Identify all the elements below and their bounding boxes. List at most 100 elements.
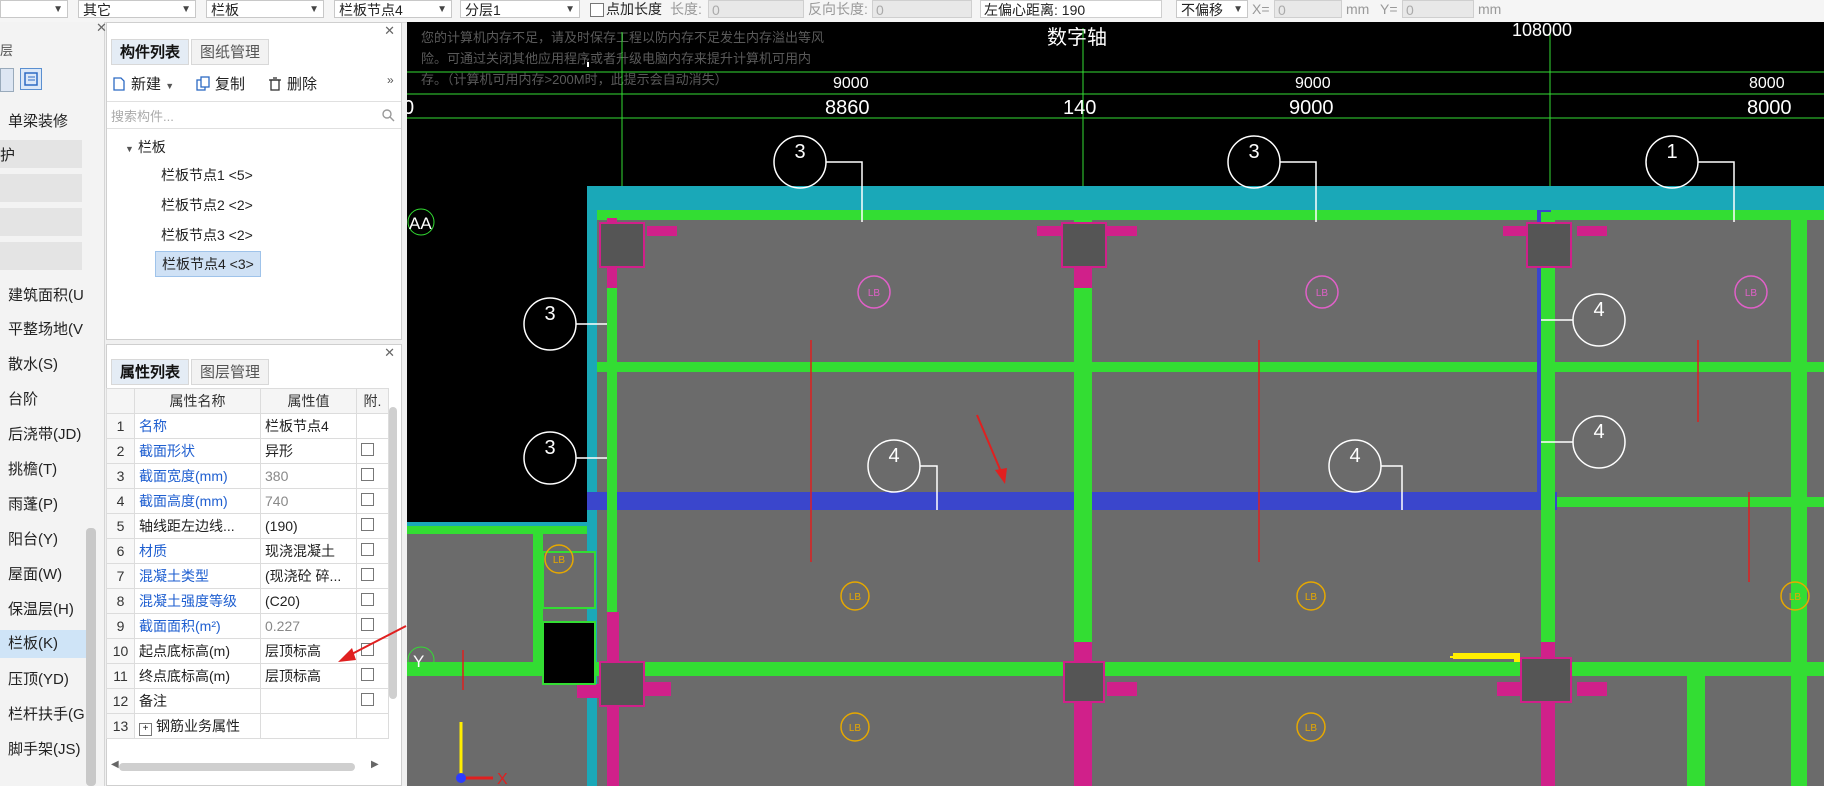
table-row[interactable]: 2 截面形状 异形 (106, 438, 389, 464)
nav-item-scaffold[interactable]: 脚手架(JS) (8, 738, 81, 759)
nav-item-post-pour-strip[interactable]: 后浇带(JD) (8, 423, 81, 444)
nav-item-empty[interactable] (0, 174, 82, 202)
property-value[interactable]: 380 (260, 463, 357, 489)
property-name: 截面形状 (134, 438, 261, 464)
tree-item-node-1[interactable]: 栏板节点1 <5> (161, 165, 253, 185)
tree-root[interactable]: ▼ 栏板 (125, 137, 166, 157)
property-value[interactable]: 现浇混凝土 (260, 538, 357, 564)
nav-item-roof[interactable]: 屋面(W) (8, 563, 62, 584)
more-tools-icon[interactable]: » (387, 73, 394, 87)
property-value[interactable]: (190) (260, 513, 357, 539)
table-row[interactable]: 13 + 钢筋业务属性 (106, 713, 389, 739)
tab-layer-management[interactable]: 图层管理 (191, 359, 270, 385)
nav-item-canopy[interactable]: 雨蓬(P) (8, 493, 58, 514)
expand-icon: ▼ (125, 144, 134, 154)
attach-checkbox[interactable] (361, 493, 374, 506)
delete-button[interactable]: 删除 (267, 73, 317, 94)
point-length-checkbox[interactable] (590, 3, 604, 17)
reverse-length-input[interactable]: 0 (872, 0, 972, 18)
nav-item-protect[interactable]: 护 (0, 140, 82, 168)
nav-scrollbar[interactable] (86, 528, 96, 786)
detail-view-icon[interactable] (20, 68, 42, 90)
property-value[interactable] (260, 688, 357, 714)
search-icon[interactable] (381, 108, 395, 122)
table-row[interactable]: 5 轴线距左边线... (190) (106, 513, 389, 539)
attach-checkbox[interactable] (361, 518, 374, 531)
property-group[interactable]: + 钢筋业务属性 (134, 713, 261, 739)
new-label: 新建 (131, 76, 162, 93)
nav-item-steps[interactable]: 台阶 (8, 388, 38, 409)
list-view-icon[interactable] (0, 68, 14, 92)
nav-item-railing[interactable]: 栏杆扶手(G (8, 703, 85, 724)
left-offset-field[interactable]: 左偏心距离: 190 (980, 0, 1162, 18)
property-value[interactable]: (现浇砼 碎... (260, 563, 357, 589)
nav-item-empty[interactable] (0, 242, 82, 270)
attach-checkbox[interactable] (361, 568, 374, 581)
scroll-left-icon[interactable]: ◀ (111, 759, 119, 770)
table-row[interactable]: 8 混凝土强度等级 (C20) (106, 588, 389, 614)
nav-item-cornice[interactable]: 挑檐(T) (8, 458, 57, 479)
attach-checkbox[interactable] (361, 593, 374, 606)
y-input[interactable]: 0 (1402, 0, 1474, 18)
nav-item-empty[interactable] (0, 208, 82, 236)
tab-component-list[interactable]: 构件列表 (111, 39, 190, 65)
property-hscrollbar[interactable] (119, 763, 355, 771)
component-type-select[interactable]: 栏板 ▼ (206, 0, 324, 18)
header-attach: 附. (356, 388, 389, 414)
attach-checkbox[interactable] (361, 693, 374, 706)
scroll-right-icon[interactable]: ▶ (371, 759, 379, 770)
layer-value: 分层1 (465, 2, 501, 18)
wall (1577, 682, 1607, 696)
attach-checkbox[interactable] (361, 543, 374, 556)
component-select[interactable]: 栏板节点4 ▼ (334, 0, 452, 18)
nav-item-insulation[interactable]: 保温层(H) (8, 598, 74, 619)
nav-item-apron[interactable]: 散水(S) (8, 353, 58, 374)
attach-cell (356, 488, 389, 514)
table-row[interactable]: 4 截面高度(mm) 740 (106, 488, 389, 514)
close-icon[interactable]: ✕ (384, 23, 395, 39)
cad-drawing-canvas[interactable]: 您的计算机内存不足，请及时保存工程以防内存不足发生内存溢出等风 险。可通过关闭其… (407, 22, 1824, 786)
tab-drawing-management[interactable]: 图纸管理 (191, 39, 270, 65)
tree-item-node-3[interactable]: 栏板节点3 <2> (161, 225, 253, 245)
attach-cell (356, 588, 389, 614)
property-value[interactable]: 740 (260, 488, 357, 514)
column (599, 222, 645, 268)
category-value: 其它 (83, 2, 111, 18)
category-select[interactable]: 其它 ▼ (78, 0, 196, 18)
header-property-name: 属性名称 (134, 388, 261, 414)
property-value[interactable]: 栏板节点4 (260, 413, 357, 439)
tab-property-list[interactable]: 属性列表 (111, 359, 190, 385)
tree-item-node-2[interactable]: 栏板节点2 <2> (161, 195, 253, 215)
nav-item-coping[interactable]: 压顶(YD) (8, 668, 69, 689)
dimension-large: 8000 (1747, 97, 1792, 119)
table-row[interactable]: 1 名称 栏板节点4 (106, 413, 389, 439)
attach-checkbox[interactable] (361, 468, 374, 481)
search-input[interactable]: 搜索构件... (107, 101, 401, 129)
expand-plus-icon[interactable]: + (139, 723, 152, 736)
layer-select[interactable]: 分层1 ▼ (460, 0, 580, 18)
tree-item-node-4[interactable]: 栏板节点4 <3> (155, 251, 261, 277)
nav-item-single-beam-finish[interactable]: 单梁装修 (8, 110, 68, 131)
table-row[interactable]: 7 混凝土类型 (现浇砼 碎... (106, 563, 389, 589)
attach-checkbox[interactable] (361, 443, 374, 456)
property-value[interactable]: 异形 (260, 438, 357, 464)
x-input[interactable]: 0 (1274, 0, 1342, 18)
new-icon (113, 77, 125, 91)
copy-label: 复制 (215, 76, 246, 93)
nav-item-building-area[interactable]: 建筑面积(U (8, 284, 84, 305)
copy-button[interactable]: 复制 (195, 73, 245, 94)
table-row[interactable]: 6 材质 现浇混凝土 (106, 538, 389, 564)
table-row[interactable]: 3 截面宽度(mm) 380 (106, 463, 389, 489)
new-button[interactable]: 新建 ▼ (111, 73, 174, 94)
property-value[interactable]: (C20) (260, 588, 357, 614)
length-input[interactable]: 0 (708, 0, 804, 18)
table-row[interactable]: 12 备注 (106, 688, 389, 714)
tag-label: LB (553, 555, 566, 566)
close-icon[interactable]: ✕ (384, 345, 395, 361)
bubble-label: 3 (1248, 141, 1259, 163)
nav-item-parapet[interactable]: 栏板(K) (0, 630, 92, 658)
category-parent-select[interactable]: ▼ (0, 0, 68, 18)
offset-mode-select[interactable]: 不偏移 ▼ (1176, 0, 1248, 18)
nav-item-site-leveling[interactable]: 平整场地(V (8, 318, 83, 339)
nav-item-balcony[interactable]: 阳台(Y) (8, 528, 58, 549)
